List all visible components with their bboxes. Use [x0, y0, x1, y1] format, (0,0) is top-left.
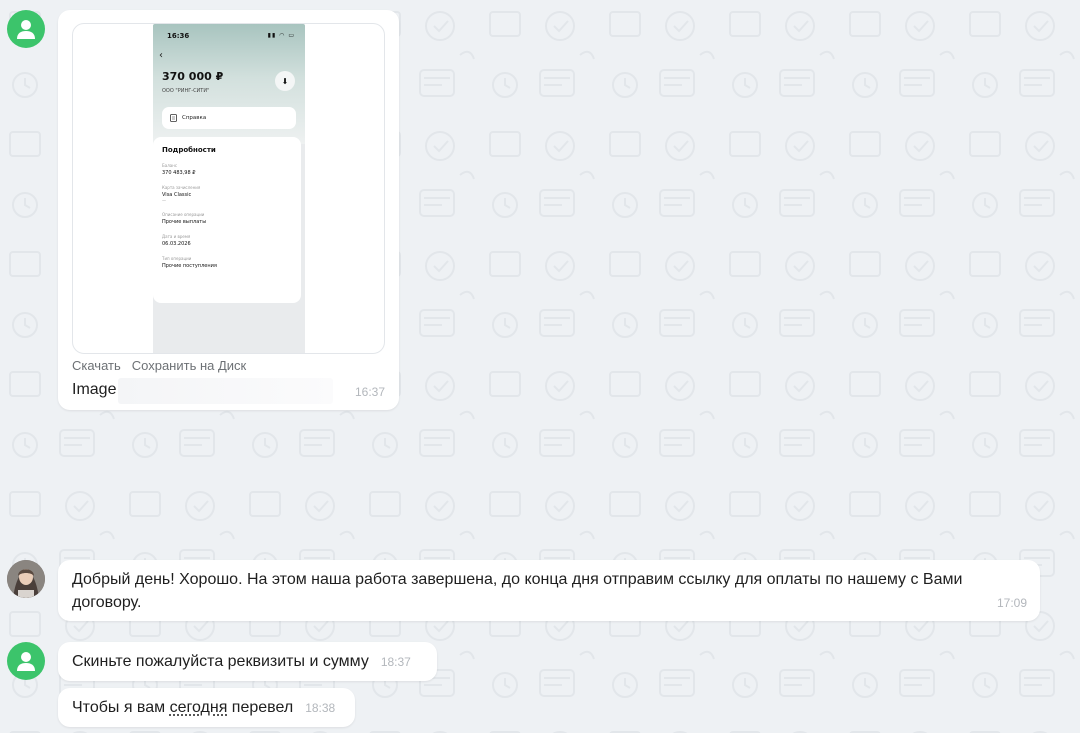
- agent-photo: [7, 560, 45, 598]
- caption-redacted: [118, 378, 333, 404]
- phone-spravka-button: Справка: [162, 107, 296, 129]
- user-message-text: Чтобы я вам сегодня перевел: [72, 699, 293, 717]
- phone-company: ООО "РИНГ-СИТИ": [162, 88, 210, 94]
- phone-details-title: Подробности: [162, 146, 216, 154]
- phone-field-balance: Баланс 370 483,98 ₽: [162, 163, 292, 176]
- person-icon: [17, 20, 35, 39]
- message-time: 17:09: [996, 596, 1027, 610]
- back-icon: ‹: [159, 50, 163, 61]
- message-time: 18:38: [305, 700, 336, 715]
- user-message: Чтобы я вам сегодня перевел 18:38: [58, 688, 355, 727]
- user-avatar[interactable]: [7, 642, 45, 680]
- phone-field-type: Тип операции Прочие поступления: [162, 256, 292, 269]
- phone-status-time: 16:36: [167, 32, 190, 40]
- phone-amount: 370 000 ₽: [162, 70, 224, 83]
- agent-avatar[interactable]: [7, 560, 45, 598]
- save-to-disk-link[interactable]: Сохранить на Диск: [132, 358, 247, 373]
- text-part: Чтобы я вам: [72, 698, 170, 716]
- text-part: перевел: [227, 698, 294, 716]
- phone-field-card: Карта зачисления Visa Classic —: [162, 185, 292, 203]
- phone-details-card: Подробности Баланс 370 483,98 ₽ Карта за…: [153, 137, 301, 303]
- field-label: Карта зачисления: [162, 185, 201, 190]
- field-value: Прочие поступления: [162, 263, 217, 269]
- message-time: 18:37: [380, 654, 411, 669]
- user-message-text: Скиньте пожалуйста реквизиты и сумму: [72, 652, 369, 670]
- field-label: Дата и время: [162, 234, 191, 239]
- phone-field-date: Дата и время 06.03.2026: [162, 234, 292, 247]
- image-message: 16:36 ▮▮ ◠ ▭ ‹ 370 000 ₽ ООО "РИНГ-СИТИ"…: [58, 10, 399, 410]
- field-extra: —: [162, 198, 166, 203]
- phone-field-description: Описание операции Прочие выплаты: [162, 212, 292, 225]
- message-time: 16:37: [354, 385, 385, 399]
- phone-status-icons: ▮▮ ◠ ▭: [267, 32, 295, 39]
- phone-screenshot: 16:36 ▮▮ ◠ ▭ ‹ 370 000 ₽ ООО "РИНГ-СИТИ"…: [153, 24, 305, 353]
- document-icon: [170, 114, 177, 122]
- user-message: Скиньте пожалуйста реквизиты и сумму 18:…: [58, 642, 437, 681]
- field-label: Тип операции: [162, 256, 192, 261]
- image-caption: Image: [72, 381, 117, 398]
- field-value: 06.03.2026: [162, 241, 191, 247]
- field-value: 370 483,98 ₽: [162, 170, 196, 176]
- image-actions: Скачать Сохранить на Диск: [72, 358, 246, 373]
- image-preview[interactable]: 16:36 ▮▮ ◠ ▭ ‹ 370 000 ₽ ООО "РИНГ-СИТИ"…: [72, 23, 385, 354]
- agent-message-text: Добрый день! Хорошо. На этом наша работа…: [72, 571, 963, 611]
- field-label: Баланс: [162, 163, 178, 168]
- arrow-down-icon: ⬇: [275, 71, 295, 91]
- user-avatar[interactable]: [7, 10, 45, 48]
- phone-spravka-label: Справка: [182, 115, 207, 121]
- field-value: Прочие выплаты: [162, 219, 207, 225]
- agent-message: Добрый день! Хорошо. На этом наша работа…: [58, 560, 1040, 621]
- field-label: Описание операции: [162, 212, 205, 217]
- spellcheck-word[interactable]: сегодня: [170, 699, 228, 716]
- download-link[interactable]: Скачать: [72, 358, 121, 373]
- person-icon: [17, 652, 35, 671]
